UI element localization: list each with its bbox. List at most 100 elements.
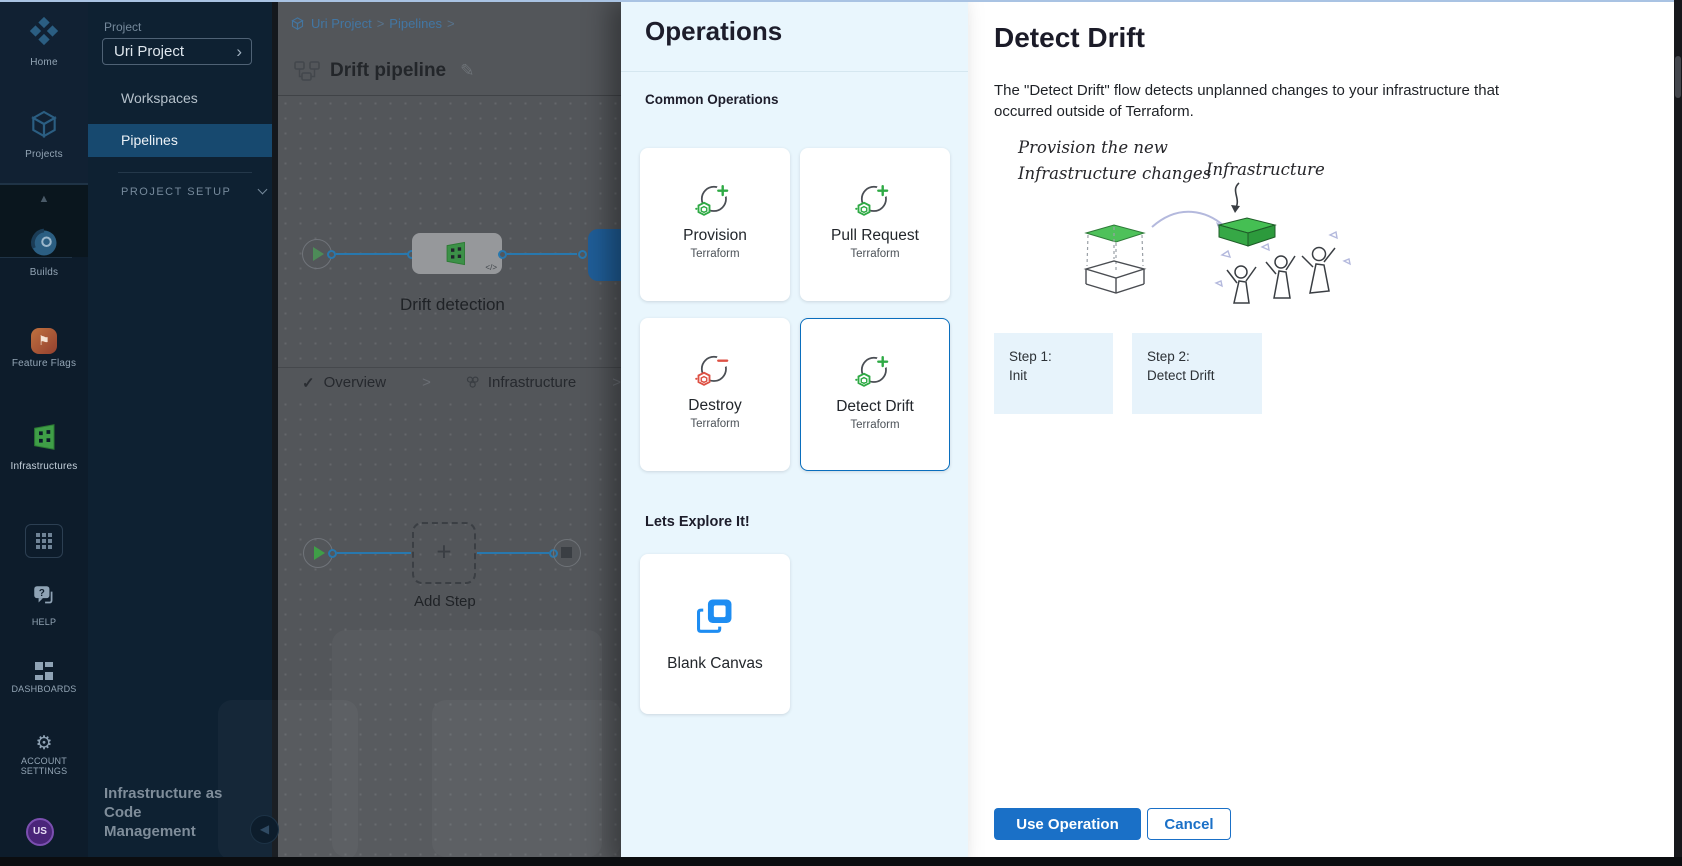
window-top-border xyxy=(0,0,1682,2)
chevron-separator: > xyxy=(422,374,431,391)
stage-node-drift-detection[interactable]: </> xyxy=(412,233,502,274)
operations-drawer: Operations Common Operations Provision T… xyxy=(621,0,968,866)
module-switcher-button[interactable] xyxy=(25,524,63,558)
tab-overview[interactable]: Overview xyxy=(324,374,387,391)
cube-icon xyxy=(290,16,305,31)
destroy-remove-icon xyxy=(693,350,737,390)
operation-card-title: Pull Request xyxy=(800,227,950,245)
module-nav-rail: Home Projects ▲ Builds ⚑ Feature Flags xyxy=(0,0,88,866)
operation-card-pull-request[interactable]: Pull Request Terraform xyxy=(800,148,950,301)
home-icon xyxy=(27,14,61,48)
project-sidebar: Project Uri Project › Workspaces Pipelin… xyxy=(88,0,272,866)
project-selector[interactable]: Uri Project › xyxy=(102,38,252,65)
play-icon xyxy=(314,546,325,560)
nav-label: Infrastructures xyxy=(0,461,88,472)
project-selector-value: Uri Project xyxy=(114,43,184,60)
scrollbar-thumb[interactable] xyxy=(1675,56,1681,98)
pipeline-end-node[interactable] xyxy=(553,539,581,567)
sidebar-item-workspaces[interactable]: Workspaces xyxy=(88,82,272,115)
chevron-separator: > xyxy=(612,374,621,391)
window-bottom-bar xyxy=(0,857,1682,866)
nav-label: DASHBOARDS xyxy=(0,684,88,694)
use-operation-button[interactable]: Use Operation xyxy=(994,808,1141,840)
detect-drift-illustration: Provision the new Infrastructure changes… xyxy=(994,133,1374,318)
project-setup-toggle[interactable]: PROJECT SETUP xyxy=(121,186,266,198)
step-label: Step 1: xyxy=(1009,347,1113,366)
step-name: Init xyxy=(1009,366,1113,385)
infrastructure-tab-icon xyxy=(465,374,480,391)
sidebar-item-projects[interactable]: Projects xyxy=(0,108,88,160)
window-scrollbar[interactable] xyxy=(1674,0,1682,866)
detail-description: The "Detect Drift" flow detects unplanne… xyxy=(994,80,1514,122)
infrastructures-icon xyxy=(29,422,59,452)
drawer-divider xyxy=(621,71,968,72)
nav-label: Home xyxy=(0,57,88,68)
pipeline-icon xyxy=(294,61,320,81)
connector-line xyxy=(477,552,549,554)
operation-card-title: Detect Drift xyxy=(801,398,949,416)
pipeline-stepper: ✓ Overview > Infrastructure > xyxy=(278,367,621,397)
connector-dot xyxy=(328,549,337,558)
plus-icon: + xyxy=(436,536,451,567)
tab-infrastructure[interactable]: Infrastructure xyxy=(488,374,576,391)
operation-card-detect-drift[interactable]: Detect Drift Terraform xyxy=(800,318,950,471)
gear-icon: ⚙ xyxy=(35,733,52,754)
step-box-1: Step 1: Init xyxy=(994,333,1113,414)
sidebar-divider xyxy=(118,172,252,173)
sidebar-item-pipelines[interactable]: Pipelines xyxy=(88,124,272,157)
provision-add-icon xyxy=(693,180,737,220)
operation-card-destroy[interactable]: Destroy Terraform xyxy=(640,318,790,471)
help-chat-icon: ? xyxy=(31,584,57,608)
cancel-button[interactable]: Cancel xyxy=(1147,808,1231,840)
connector-line xyxy=(336,253,408,255)
operation-card-subtitle: Terraform xyxy=(640,248,790,260)
app-root: Home Projects ▲ Builds ⚑ Feature Flags xyxy=(0,0,1682,866)
chevron-down-icon xyxy=(258,185,268,195)
module-title: Infrastructure as Code Management xyxy=(104,784,226,841)
user-avatar[interactable]: US xyxy=(26,818,54,846)
illustration-label-left-1: Provision the new xyxy=(1017,138,1168,157)
sidebar-item-builds[interactable]: Builds xyxy=(0,228,88,278)
breadcrumb-pipelines-link[interactable]: Pipelines xyxy=(389,16,442,31)
explore-card-title: Blank Canvas xyxy=(640,655,790,673)
breadcrumb-separator: > xyxy=(377,16,385,31)
breadcrumb-separator: > xyxy=(447,16,455,31)
sidebar-item-account-settings[interactable]: ⚙ ACCOUNT SETTINGS xyxy=(0,734,88,776)
add-step-node[interactable]: + xyxy=(412,522,476,584)
feature-flags-icon: ⚑ xyxy=(31,328,57,354)
drawer-title: Operations xyxy=(645,16,782,47)
blank-canvas-icon xyxy=(695,596,735,636)
stage-label: Drift detection xyxy=(400,295,505,315)
checkmark-icon: ✓ xyxy=(302,374,315,392)
project-setup-label: PROJECT SETUP xyxy=(121,186,231,198)
chevron-right-icon: › xyxy=(236,39,242,64)
nav-label: HELP xyxy=(0,617,88,627)
sidebar-item-home[interactable]: Home xyxy=(0,14,88,68)
connector-line xyxy=(507,253,577,255)
sidebar-item-help[interactable]: ? HELP xyxy=(0,584,88,627)
sidebar-item-infrastructures[interactable]: Infrastructures xyxy=(0,422,88,472)
step-name: Detect Drift xyxy=(1147,366,1262,385)
svg-text:?: ? xyxy=(39,588,45,599)
builds-icon xyxy=(29,228,59,258)
sidebar-item-dashboards[interactable]: DASHBOARDS xyxy=(0,662,88,694)
nav-label: Projects xyxy=(0,149,88,160)
blank-canvas-card[interactable]: Blank Canvas xyxy=(640,554,790,714)
sidebar-collapse-handle[interactable]: ◀ xyxy=(250,815,279,844)
operation-card-subtitle: Terraform xyxy=(801,419,949,431)
stop-icon xyxy=(561,547,572,558)
explore-heading: Lets Explore It! xyxy=(645,514,750,530)
edit-pencil-icon[interactable]: ✎ xyxy=(460,61,474,81)
breadcrumb: Uri Project > Pipelines > xyxy=(290,16,460,31)
rail-collapse-chevron-up-icon[interactable]: ▲ xyxy=(0,193,88,205)
pull-request-add-icon xyxy=(853,180,897,220)
breadcrumb-project-link[interactable]: Uri Project xyxy=(311,16,372,31)
illustration-label-left-2: Infrastructure changes xyxy=(1017,164,1211,183)
connector-dot xyxy=(327,250,336,259)
sidebar-item-feature-flags[interactable]: ⚑ Feature Flags xyxy=(0,328,88,369)
stage-label: Add Step xyxy=(414,593,476,610)
grid-icon xyxy=(36,533,52,549)
operation-card-provision[interactable]: Provision Terraform xyxy=(640,148,790,301)
cube-icon xyxy=(28,108,60,140)
illustration-label-right: Infrastructure xyxy=(1205,160,1325,179)
